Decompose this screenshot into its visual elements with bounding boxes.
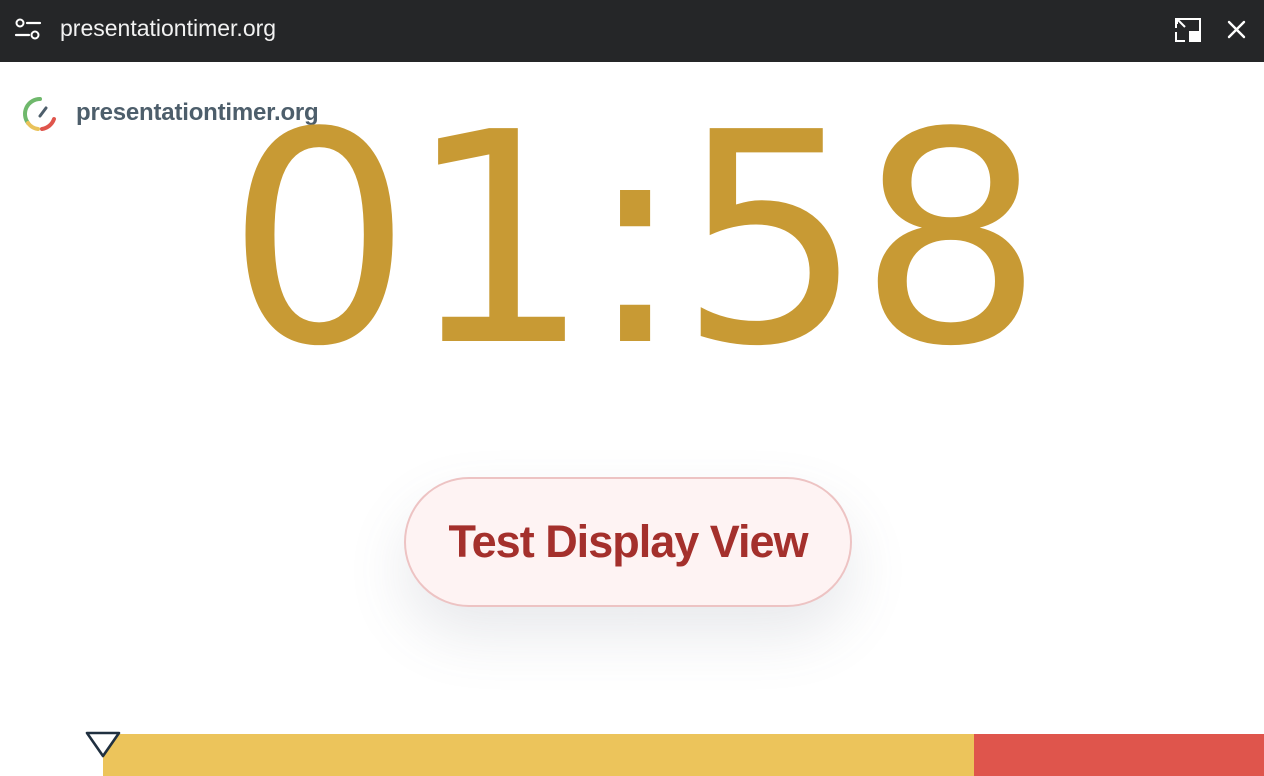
picture-in-picture-icon[interactable] [1173,15,1203,45]
test-display-view-button[interactable]: Test Display View [404,477,852,607]
progress-segment-overtime [974,734,1264,776]
progress-segment-warning [103,734,974,776]
window-titlebar: presentationtimer.org [0,0,1264,62]
timer-page: presentationtimer.org 01:58 Test Display… [0,62,1264,776]
sliders-icon[interactable] [14,16,42,44]
progress-bar [103,734,1264,776]
window-title: presentationtimer.org [60,15,277,41]
progress-marker-icon[interactable] [84,730,122,760]
timer-display: 01:58 [226,70,1044,410]
close-icon[interactable] [1222,15,1252,45]
